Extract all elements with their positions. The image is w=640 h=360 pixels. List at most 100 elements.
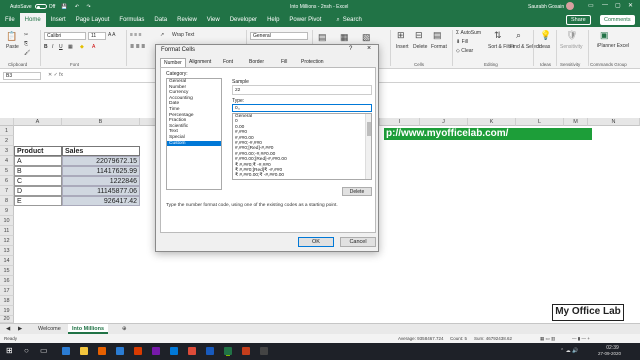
office-icon[interactable] [134,347,142,355]
find-select-icon[interactable]: ⌕ [516,30,521,41]
powerpoint-icon[interactable] [242,347,250,355]
italic-icon[interactable]: I [52,44,53,50]
insert-cells-button[interactable]: Insert [396,44,409,50]
delete-cells-icon[interactable]: ⊟ [415,30,423,41]
row-header[interactable]: 20 [0,316,14,323]
row-header[interactable]: 17 [0,286,14,296]
wrap-text-button[interactable]: Wrap Text [172,32,194,38]
bold-icon[interactable]: B [44,44,48,50]
row-header[interactable]: 12 [0,236,14,246]
windows-start-icon[interactable]: ⊞ [6,346,13,355]
tab-protection[interactable]: Protection [298,58,327,67]
onenote-icon[interactable] [152,347,160,355]
tab-insert[interactable]: Insert [46,13,71,27]
table-cell-sales[interactable]: 22079672.15 [62,156,140,166]
task-view-icon[interactable]: ▭ [40,346,48,355]
format-painter-icon[interactable]: 🖌 [24,50,30,56]
fx-icon[interactable]: ✕ ✓ fx [48,72,63,78]
autosum-button[interactable]: Σ AutoSum [456,30,481,36]
word-icon[interactable] [206,347,214,355]
type-input[interactable]: 0,, [232,104,372,112]
tab-border[interactable]: Border [246,58,267,67]
table-cell-sales[interactable]: 11145877.06 [62,186,140,196]
fill-color-icon[interactable]: ◆ [80,44,84,50]
format-code-item[interactable]: ₹ #,##0.00;₹ -#,##0.00 [233,173,371,178]
tab-formulas[interactable]: Formulas [114,13,149,27]
ideas-icon[interactable]: 💡 [540,30,551,41]
table-cell-sales[interactable]: 926417.42 [62,196,140,206]
row-header[interactable]: 6 [0,176,14,186]
cancel-button[interactable]: Cancel [340,237,376,247]
column-header[interactable]: A [14,118,62,126]
clear-button[interactable]: ◇ Clear [456,48,473,54]
column-header[interactable]: J [420,118,468,126]
table-cell-sales[interactable]: 1222846 [62,176,140,186]
row-header[interactable]: 2 [0,136,14,146]
column-header[interactable]: L [516,118,564,126]
close-icon[interactable]: × [367,45,371,52]
table-cell-product[interactable]: E [14,196,62,206]
search-icon[interactable]: ⌕ [336,17,339,24]
row-header[interactable]: 18 [0,296,14,306]
align-top-icon[interactable]: ≡ ≡ ≡ [130,32,142,38]
tab-review[interactable]: Review [172,13,202,27]
store-icon[interactable] [170,347,178,355]
cell-styles-icon[interactable]: ▧ [362,32,371,43]
copy-icon[interactable]: ⎘ [24,41,28,47]
tab-fill[interactable]: Fill [278,58,290,67]
row-header[interactable]: 9 [0,206,14,216]
font-color-icon[interactable]: A [92,44,95,50]
column-header[interactable]: M [564,118,588,126]
minimize-icon[interactable]: — [602,2,608,8]
maximize-icon[interactable]: ▢ [615,2,621,9]
sheet-nav-left-icon[interactable]: ◀ [2,324,14,334]
table-cell-product[interactable]: C [14,176,62,186]
underline-icon[interactable]: U [59,44,63,50]
iplanner-icon[interactable]: ▣ [600,30,609,41]
search-icon[interactable]: ○ [24,346,29,355]
sheet-nav-right-icon[interactable]: ▶ [14,324,26,334]
category-list[interactable]: General Number Currency Accounting Date … [166,78,222,190]
view-mode-icons[interactable]: ▦ ▭ ▥ [540,334,555,343]
app-icon[interactable] [260,347,268,355]
table-cell-product[interactable]: B [14,166,62,176]
borders-icon[interactable]: ▦ [68,44,73,50]
sort-filter-icon[interactable]: ⇅ [494,30,502,41]
ribbon-display-icon[interactable]: ▭ [588,2,594,9]
paste-icon[interactable]: 📋 [6,31,17,42]
chrome-icon[interactable] [188,347,196,355]
row-header[interactable]: 8 [0,196,14,206]
tab-home[interactable]: Home [19,13,46,27]
format-list-scrollbar[interactable] [365,114,371,179]
ok-button[interactable]: OK [298,237,334,247]
paste-button[interactable]: Paste [6,44,19,50]
column-header[interactable]: B [62,118,140,126]
row-header[interactable]: 13 [0,246,14,256]
clock[interactable]: 02:39 27-09-2020 [598,345,621,356]
table-cell-product[interactable]: A [14,156,62,166]
row-header[interactable]: 14 [0,256,14,266]
row-header[interactable]: 15 [0,266,14,276]
system-tray-icons[interactable]: ⌃ ☁ 🔊 [560,348,578,354]
mail-icon[interactable] [116,347,124,355]
help-icon[interactable]: ? [349,46,352,52]
ideas-button[interactable]: Ideas [538,44,550,50]
row-header[interactable]: 5 [0,166,14,176]
find-select-button[interactable]: Find & Select [510,44,540,50]
column-header[interactable]: K [468,118,516,126]
row-header[interactable]: 4 [0,156,14,166]
conditional-formatting-icon[interactable]: ▤ [318,32,327,43]
font-grow-icon[interactable]: A A [108,32,116,38]
row-header[interactable]: 11 [0,226,14,236]
edge-icon[interactable] [62,347,70,355]
font-size-select[interactable]: 11 [88,32,106,40]
avatar[interactable] [566,2,574,10]
tab-data[interactable]: Data [149,13,172,27]
search-box[interactable]: Search [343,17,362,23]
tab-alignment[interactable]: Alignment [186,58,214,67]
row-header[interactable]: 3 [0,146,14,156]
website-url-banner[interactable]: p://www.myofficelab.com/ [384,128,592,140]
excel-icon[interactable] [224,347,232,355]
tab-page-layout[interactable]: Page Layout [71,13,115,27]
sensitivity-icon[interactable]: 🛡 [566,30,577,41]
